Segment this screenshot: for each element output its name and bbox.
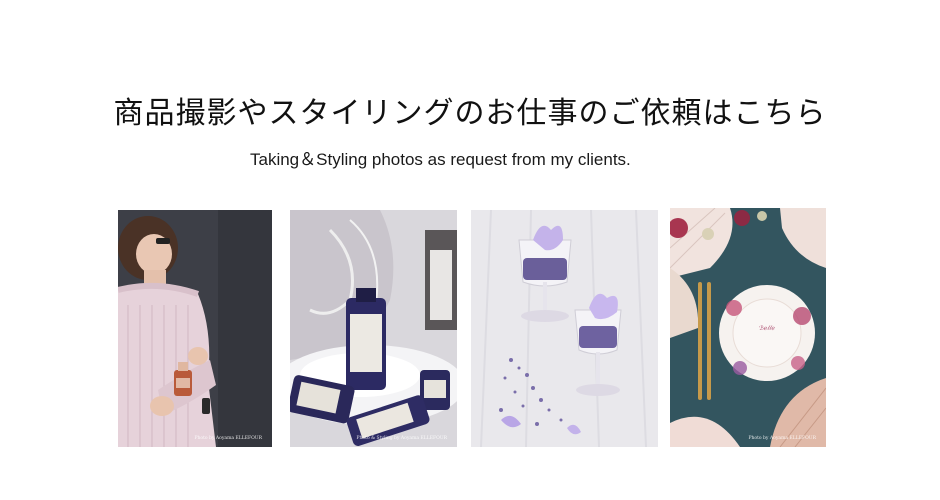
page-subtitle: Taking＆Styling photos as request from my… bbox=[250, 150, 631, 169]
page-title: 商品撮影やスタイリングのお仕事のご依頼はこちら bbox=[113, 96, 827, 131]
photo-credit: Photo by Aoyama ELLEFOUR bbox=[194, 436, 262, 441]
lavender-bottles-photo: Photo & Styling by Aoyama ELLEFOUR bbox=[290, 210, 457, 447]
photo-credit: Photo by Aoyama ELLEFOUR bbox=[748, 436, 816, 441]
portrait-photo: Photo by Aoyama ELLEFOUR bbox=[118, 210, 272, 447]
table-setting-photo: ℬℯ𝓁𝓁ℯ Photo by Aoyama ELLEFOUR bbox=[670, 208, 826, 447]
svg-text:ℬℯ𝓁𝓁ℯ: ℬℯ𝓁𝓁ℯ bbox=[759, 325, 775, 332]
photo-credit: Photo & Styling by Aoyama ELLEFOUR bbox=[356, 436, 448, 441]
lavender-dessert-photo bbox=[471, 210, 658, 447]
